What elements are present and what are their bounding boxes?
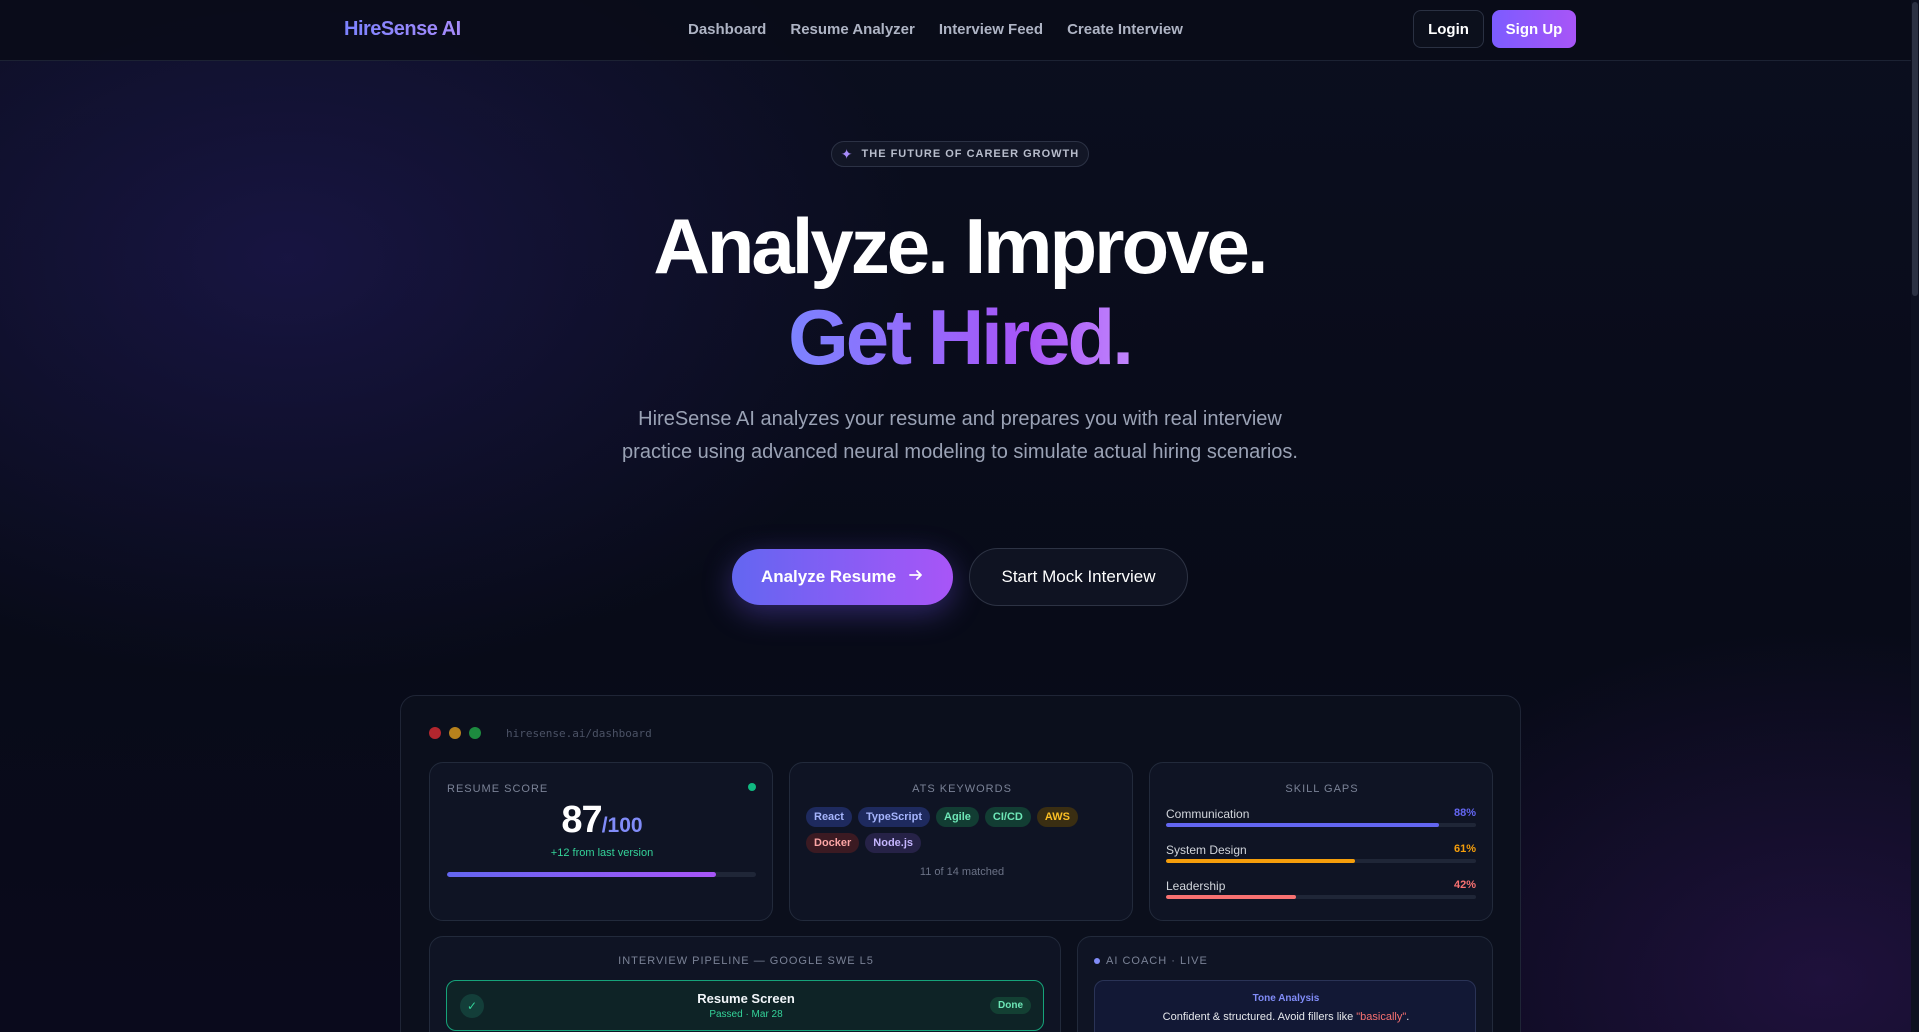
coach-header: AI COACH · LIVE bbox=[1094, 955, 1208, 967]
start-mock-interview-button[interactable]: Start Mock Interview bbox=[969, 548, 1188, 606]
analyze-resume-label: Analyze Resume bbox=[760, 567, 897, 586]
interview-pipeline-card: INTERVIEW PIPELINE — GOOGLE SWE L5 ✓ Res… bbox=[429, 936, 1061, 1032]
brand-logo[interactable]: HireSense AI bbox=[344, 18, 461, 41]
skill-name: Communication bbox=[1166, 807, 1250, 821]
nav-link-interview-feed[interactable]: Interview Feed bbox=[939, 21, 1043, 38]
ats-tag: TypeScript bbox=[857, 807, 930, 827]
nav-links: Dashboard Resume Analyzer Interview Feed… bbox=[688, 21, 1183, 38]
preview-url: hiresense.ai/dashboard bbox=[506, 727, 652, 740]
hero-subtitle: HireSense AI analyzes your resume and pr… bbox=[622, 408, 1298, 463]
hero-title-line2: Get Hired. bbox=[0, 298, 1919, 376]
pipeline-stage[interactable]: ✓ Resume Screen Passed · Mar 28 Done bbox=[446, 980, 1044, 1031]
ats-tag: CI/CD bbox=[984, 807, 1031, 827]
nav-link-resume-analyzer[interactable]: Resume Analyzer bbox=[790, 21, 915, 38]
hero-badge-label: THE FUTURE OF CAREER GROWTH bbox=[861, 148, 1080, 160]
score-progress-fill bbox=[447, 872, 716, 877]
score-delta: +12 from last version bbox=[550, 847, 654, 859]
analyze-resume-button[interactable]: Analyze Resume bbox=[732, 549, 953, 605]
ats-keywords-title: ATS KEYWORDS bbox=[912, 783, 1012, 795]
ats-tag: Node.js bbox=[865, 833, 922, 853]
skill-gaps-title: SKILL GAPS bbox=[1285, 783, 1359, 795]
skill-percent: 61% bbox=[1453, 843, 1476, 855]
tone-text-main: Confident & structured. Avoid fillers li… bbox=[1162, 1011, 1357, 1023]
stage-meta: Passed · Mar 28 bbox=[709, 1009, 783, 1020]
stage-name: Resume Screen bbox=[697, 991, 795, 1006]
tone-text: Confident & structured. Avoid fillers li… bbox=[1095, 1011, 1477, 1023]
top-navbar: HireSense AI Dashboard Resume Analyzer I… bbox=[0, 0, 1919, 61]
window-controls bbox=[429, 727, 481, 739]
status-badge: Done bbox=[990, 997, 1031, 1014]
nav-link-create-interview[interactable]: Create Interview bbox=[1067, 21, 1183, 38]
skill-progress-track bbox=[1166, 895, 1476, 899]
login-button[interactable]: Login bbox=[1413, 10, 1484, 48]
signup-button[interactable]: Sign Up bbox=[1492, 10, 1576, 48]
dashboard-preview: hiresense.ai/dashboard RESUME SCORE 87/1… bbox=[400, 695, 1521, 1032]
ai-coach-card: AI COACH · LIVE Tone Analysis Confident … bbox=[1077, 936, 1493, 1032]
maximize-dot-icon bbox=[469, 727, 481, 739]
skill-percent: 42% bbox=[1453, 879, 1476, 891]
sparkle-icon: ✦ bbox=[840, 145, 854, 162]
skill-progress-fill bbox=[1166, 895, 1297, 899]
score-number: 87 bbox=[561, 799, 602, 841]
pipeline-title: INTERVIEW PIPELINE — GOOGLE SWE L5 bbox=[618, 955, 874, 967]
page-scrollbar[interactable] bbox=[1911, 0, 1919, 1032]
minimize-dot-icon bbox=[449, 727, 461, 739]
skill-name: System Design bbox=[1166, 843, 1247, 857]
skill-progress-fill bbox=[1166, 823, 1439, 827]
ats-tag: React bbox=[806, 807, 852, 827]
ats-keywords-card: ATS KEYWORDS React TypeScript Agile CI/CD AW… bbox=[789, 762, 1133, 921]
skill-name: Leadership bbox=[1166, 879, 1226, 893]
skill-progress-fill bbox=[1166, 859, 1356, 863]
hero-badge: ✦ THE FUTURE OF CAREER GROWTH bbox=[831, 141, 1089, 167]
score-progress-track bbox=[447, 872, 756, 877]
skill-progress-track bbox=[1166, 859, 1476, 863]
resume-score-card: RESUME SCORE 87/100 +12 from last versio… bbox=[429, 762, 773, 921]
skill-percent: 88% bbox=[1453, 807, 1476, 819]
tone-analysis-box: Tone Analysis Confident & structured. Av… bbox=[1094, 980, 1476, 1032]
hero-title-gradient: Get Hired. bbox=[788, 293, 1134, 381]
live-dot-icon bbox=[1094, 958, 1100, 964]
nav-link-dashboard[interactable]: Dashboard bbox=[688, 21, 766, 38]
ats-tag: AWS bbox=[1036, 807, 1078, 827]
hero-title-line1: Analyze. Improve. bbox=[653, 202, 1268, 290]
skill-progress-track bbox=[1166, 823, 1476, 827]
close-dot-icon bbox=[429, 727, 441, 739]
arrow-right-icon bbox=[908, 567, 924, 588]
tone-highlight: "basically" bbox=[1356, 1011, 1407, 1023]
ats-tag: Agile bbox=[936, 807, 979, 827]
ats-matched-count: 11 of 14 matched bbox=[919, 866, 1005, 878]
status-dot-icon bbox=[748, 783, 756, 791]
resume-score-title: RESUME SCORE bbox=[447, 783, 549, 795]
skill-gaps-card: SKILL GAPS Communication 88% System Design… bbox=[1149, 762, 1493, 921]
ats-tag-list: React TypeScript Agile CI/CD AWS Docker Node.j… bbox=[806, 807, 1106, 853]
coach-title: AI COACH · LIVE bbox=[1106, 955, 1208, 967]
tone-title: Tone Analysis bbox=[1252, 993, 1320, 1004]
resume-score-value: 87/100 bbox=[430, 799, 774, 842]
score-max: /100 bbox=[601, 814, 643, 837]
tone-end: . bbox=[1406, 1011, 1410, 1023]
ats-tag: Docker bbox=[806, 833, 860, 853]
